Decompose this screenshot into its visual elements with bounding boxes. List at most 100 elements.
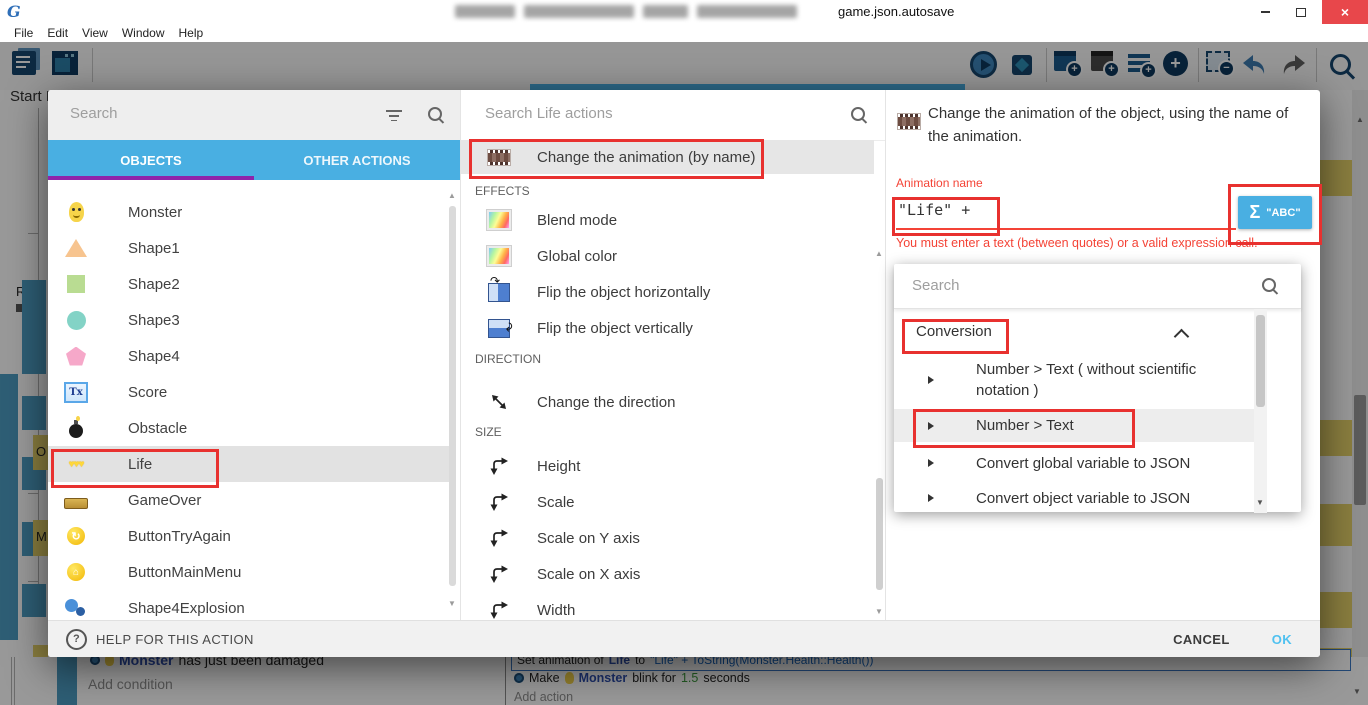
resize-icon — [487, 492, 511, 512]
scroll-up-icon[interactable]: ▲ — [875, 250, 883, 258]
scroll-up-icon[interactable]: ▲ — [448, 192, 456, 200]
dropdown-item-number-text[interactable]: Number > Text — [894, 409, 1254, 442]
scroll-down-icon[interactable]: ▼ — [875, 608, 883, 616]
actions-search-input[interactable] — [483, 104, 787, 123]
search-icon[interactable] — [1262, 278, 1276, 292]
action-label: Scale on Y axis — [537, 530, 640, 547]
expression-builder-button[interactable]: Σ "ABC" — [1238, 196, 1312, 229]
bomb-icon — [64, 419, 88, 438]
menu-window[interactable]: Window — [122, 26, 165, 40]
scroll-down-icon[interactable]: ▼ — [448, 600, 456, 608]
actions-search-bar — [460, 90, 886, 141]
list-item-shape1[interactable]: Shape1 — [48, 230, 450, 266]
dropdown-item-number-text-nosci[interactable]: Number > Text ( without scientific notat… — [894, 357, 1254, 403]
rainbow-icon — [487, 246, 511, 266]
action-item-flip-vertical[interactable]: Flip the object vertically — [461, 310, 874, 346]
object-label: ButtonMainMenu — [128, 564, 241, 581]
action-item-scale[interactable]: Scale — [461, 484, 874, 520]
abc-label: "ABC" — [1266, 207, 1300, 219]
list-item-buttonmainmenu[interactable]: ButtonMainMenu — [48, 554, 450, 590]
list-item-score[interactable]: Score — [48, 374, 450, 410]
list-item-life[interactable]: Life — [48, 446, 450, 482]
list-item-shape3[interactable]: Shape3 — [48, 302, 450, 338]
action-item-change-direction[interactable]: Change the direction — [461, 384, 874, 420]
gdevelop-logo-icon — [7, 2, 21, 21]
dropdown-item-global-json[interactable]: Convert global variable to JSON — [894, 447, 1254, 479]
action-item-flip-horizontal[interactable]: Flip the object horizontally — [461, 274, 874, 310]
dropdown-list: Conversion Number > Text ( without scien… — [894, 309, 1301, 513]
tab-objects[interactable]: OBJECTS — [48, 140, 254, 180]
objects-search-bar — [48, 90, 460, 140]
help-link[interactable]: HELP FOR THIS ACTION — [66, 629, 254, 650]
menu-help[interactable]: Help — [179, 26, 204, 40]
scroll-down-icon[interactable]: ▼ — [1256, 499, 1264, 507]
maximize-button[interactable] — [1284, 0, 1318, 24]
filter-icon[interactable] — [386, 109, 402, 121]
ok-button[interactable]: OK — [1272, 632, 1292, 647]
search-icon[interactable] — [428, 107, 442, 121]
dropdown-scrollbar[interactable]: ▼ — [1254, 309, 1267, 513]
action-item-scale-y[interactable]: Scale on Y axis — [461, 520, 874, 556]
monster-icon — [64, 202, 88, 222]
item-label: Number > Text ( without scientific notat… — [976, 359, 1206, 401]
scrollbar-thumb[interactable] — [1256, 315, 1265, 407]
minimize-button[interactable] — [1248, 0, 1282, 24]
scrollbar-thumb[interactable] — [876, 478, 883, 590]
item-label: Convert global variable to JSON — [976, 455, 1190, 472]
resize-icon — [487, 456, 511, 476]
app-window: game.json.autosave × File Edit View Wind… — [0, 0, 1368, 705]
title-bar: game.json.autosave × — [0, 0, 1368, 24]
validation-error: You must enter a text (between quotes) o… — [896, 236, 1288, 251]
action-label: Flip the object vertically — [537, 320, 693, 337]
list-item-shape4[interactable]: Shape4 — [48, 338, 450, 374]
circle-icon — [64, 311, 88, 330]
help-icon — [66, 629, 87, 650]
object-tabs: OBJECTS OTHER ACTIONS — [48, 140, 460, 180]
triangle-right-icon — [928, 376, 934, 384]
list-item-gameover[interactable]: GameOver — [48, 482, 450, 518]
film-icon — [487, 150, 511, 165]
object-label: Shape4Explosion — [128, 600, 245, 617]
list-item-monster[interactable]: Monster — [48, 194, 450, 230]
animation-name-field — [896, 192, 1236, 230]
menu-file[interactable]: File — [14, 26, 33, 40]
action-item-width[interactable]: Width — [461, 592, 874, 620]
action-item-scale-x[interactable]: Scale on X axis — [461, 556, 874, 592]
search-icon[interactable] — [851, 107, 865, 121]
object-label: Shape3 — [128, 312, 180, 329]
dropdown-item-object-json[interactable]: Convert object variable to JSON — [894, 483, 1254, 513]
pentagon-icon — [64, 347, 88, 366]
menu-view[interactable]: View — [82, 26, 108, 40]
cancel-button[interactable]: CANCEL — [1173, 632, 1230, 647]
object-label: Life — [128, 456, 152, 473]
animation-name-input[interactable] — [896, 200, 1220, 220]
object-label: Score — [128, 384, 167, 401]
list-item-obstacle[interactable]: Obstacle — [48, 410, 450, 446]
action-label: Change the direction — [537, 394, 675, 411]
list-item-buttontryagain[interactable]: ButtonTryAgain — [48, 518, 450, 554]
section-header-size: SIZE — [475, 425, 502, 439]
scrollbar-thumb[interactable] — [449, 206, 456, 586]
tab-other-actions[interactable]: OTHER ACTIONS — [254, 140, 460, 180]
action-item-blend-mode[interactable]: Blend mode — [461, 202, 874, 238]
action-label: Scale — [537, 494, 575, 511]
action-item-height[interactable]: Height — [461, 448, 874, 484]
chevron-up-icon[interactable] — [1174, 329, 1190, 345]
dropdown-group-conversion[interactable]: Conversion — [916, 323, 992, 340]
menu-edit[interactable]: Edit — [47, 26, 68, 40]
actions-list: Change the animation (by name) EFFECTS B… — [460, 140, 886, 620]
action-detail-panel: Change the animation of the object, usin… — [885, 90, 1321, 620]
close-button[interactable]: × — [1322, 0, 1368, 24]
action-item-global-color[interactable]: Global color — [461, 238, 874, 274]
list-item-shape4explosion[interactable]: Shape4Explosion — [48, 590, 450, 620]
dropdown-search-input[interactable] — [910, 276, 1214, 295]
objects-search-input[interactable] — [68, 104, 322, 123]
triangle-right-icon — [928, 494, 934, 502]
banner-icon — [64, 492, 88, 509]
list-item-shape2[interactable]: Shape2 — [48, 266, 450, 302]
action-item-change-animation[interactable]: Change the animation (by name) — [461, 140, 874, 174]
section-header-effects: EFFECTS — [475, 184, 530, 198]
action-label: Blend mode — [537, 212, 617, 229]
direction-arrow-icon — [487, 392, 511, 412]
object-label: Shape1 — [128, 240, 180, 257]
